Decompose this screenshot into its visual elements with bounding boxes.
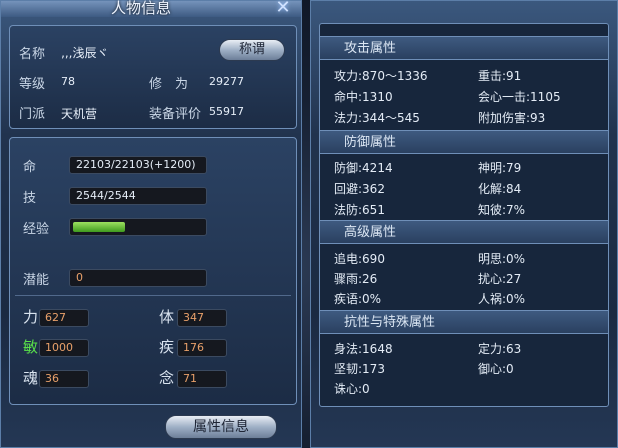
constitution-value: 347 — [177, 309, 227, 327]
stat-raoxin: 扰心:27 — [478, 272, 522, 286]
spirit-value: 36 — [39, 370, 89, 388]
skill-label: 技 — [23, 191, 37, 206]
defense-section-header: 防御属性 — [320, 130, 608, 154]
speed-value: 176 — [177, 339, 227, 357]
cultivation-label: 修 为 — [149, 77, 189, 92]
strength-label: 力 — [23, 308, 39, 326]
sect-label: 门派 — [19, 107, 46, 122]
resist-section-header: 抗性与特殊属性 — [320, 310, 608, 334]
title-button[interactable]: 称谓 — [219, 39, 285, 61]
sect-value: 天机营 — [61, 107, 98, 121]
hp-label: 命 — [23, 160, 37, 175]
advanced-section-header: 高级属性 — [320, 220, 608, 244]
potential-field: 0 — [69, 269, 207, 287]
level-label: 等级 — [19, 77, 46, 92]
hp-field: 22103/22103(+1200) — [69, 156, 207, 174]
stat-defense: 防御:4214 — [334, 161, 393, 175]
stat-dingli: 定力:63 — [478, 342, 522, 356]
stat-mingsi: 明思:0% — [478, 252, 526, 266]
stat-heavy-hit: 重击:91 — [478, 69, 522, 83]
agility-label: 敏 — [23, 338, 39, 356]
stat-critical: 会心一击:1105 — [478, 90, 561, 104]
gear-score-value: 55917 — [209, 105, 244, 118]
level-value: 78 — [61, 75, 75, 88]
stat-magic-defense: 法防:651 — [334, 203, 385, 217]
character-info-window: 人物信息 ✕ 名称 ‚,,浅辰ヾ 称谓 等级 78 修 为 29277 门派 天… — [0, 0, 302, 448]
stat-shenming: 神明:79 — [478, 161, 522, 175]
stat-jianren: 坚韧:173 — [334, 362, 385, 376]
stat-zhuxin: 诛心:0 — [334, 382, 370, 396]
name-label: 名称 — [19, 47, 46, 62]
speed-label: 疾 — [159, 338, 175, 356]
stat-bonus-damage: 附加伤害:93 — [478, 111, 546, 125]
mind-value: 71 — [177, 370, 227, 388]
divider — [15, 295, 291, 296]
spirit-label: 魂 — [23, 369, 39, 387]
window-title: 人物信息 — [111, 0, 172, 17]
exp-bar-fill — [73, 222, 125, 232]
stat-resolve: 化解:84 — [478, 182, 522, 196]
attributes-panel: 攻击属性 攻力:870～1336 重击:91 命中:1310 会心一击:1105… — [319, 23, 609, 407]
attack-section-header: 攻击属性 — [320, 36, 608, 60]
stat-attack: 攻力:870～1336 — [334, 69, 428, 83]
stat-yuxin: 御心:0 — [478, 362, 514, 376]
stat-zhibi: 知彼:7% — [478, 203, 526, 217]
attribute-info-tab[interactable]: 属性信息 — [165, 415, 277, 439]
skill-field: 2544/2544 — [69, 187, 207, 205]
stat-magic: 法力:344～545 — [334, 111, 420, 125]
stat-jiyu: 疾语:0% — [334, 292, 382, 306]
stat-shenfa: 身法:1648 — [334, 342, 393, 356]
cultivation-value: 29277 — [209, 75, 244, 88]
strength-value: 627 — [39, 309, 89, 327]
stat-evasion: 回避:362 — [334, 182, 385, 196]
stat-renhuo: 人祸:0% — [478, 292, 526, 306]
stat-accuracy: 命中:1310 — [334, 90, 393, 104]
stat-zhuidian: 追电:690 — [334, 252, 385, 266]
potential-label: 潜能 — [23, 273, 50, 288]
mind-label: 念 — [159, 369, 175, 387]
exp-label: 经验 — [23, 222, 50, 237]
constitution-label: 体 — [159, 308, 175, 326]
stat-zhouyu: 骤雨:26 — [334, 272, 378, 286]
name-value: ‚,,浅辰ヾ — [61, 46, 109, 60]
attributes-window: 攻击属性 攻力:870～1336 重击:91 命中:1310 会心一击:1105… — [310, 0, 618, 448]
gear-score-label: 装备评价 — [149, 107, 202, 122]
exp-bar — [69, 218, 207, 236]
agility-value: 1000 — [39, 339, 89, 357]
close-icon[interactable]: ✕ — [273, 0, 293, 18]
